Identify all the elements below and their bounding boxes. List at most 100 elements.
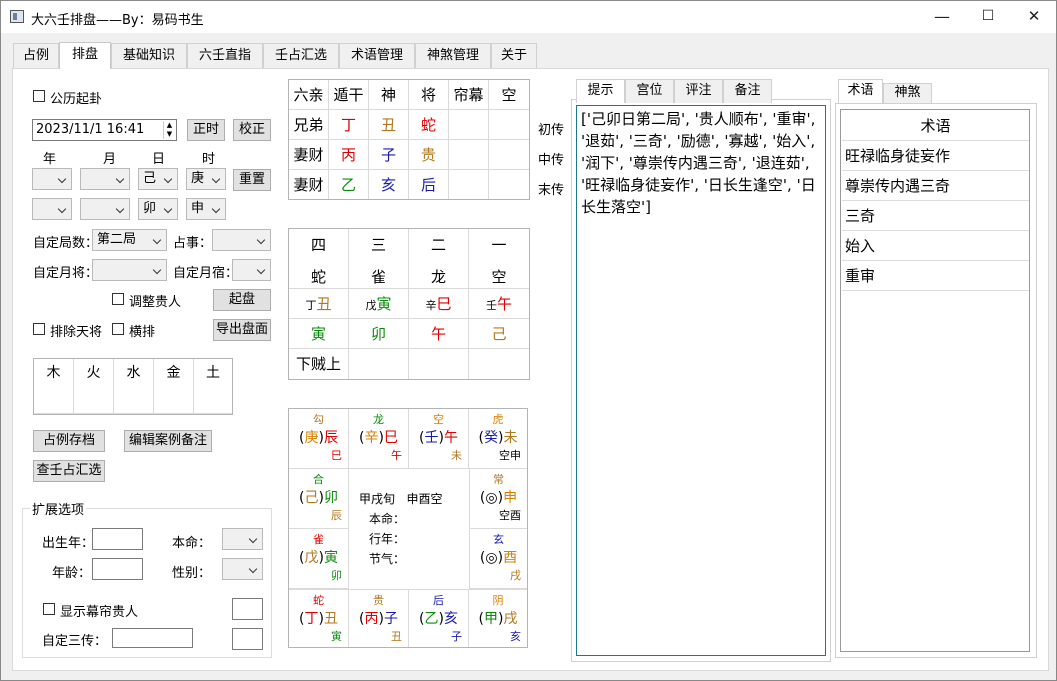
tiaozheng-label: 调整贵人 — [129, 295, 182, 310]
tab-about[interactable]: 关于 — [491, 43, 537, 68]
save-case-button[interactable]: 占例存档 — [33, 430, 105, 452]
row2-jiang: 贵 — [409, 140, 449, 170]
month-gan-combo[interactable] — [80, 168, 130, 190]
tab-paipan[interactable]: 排盘 — [59, 42, 111, 69]
gong-zi-jiang: 后 — [433, 594, 444, 607]
datetime-input[interactable]: 2023/11/1 16:41 ▲ ▼ — [32, 119, 177, 141]
tab-shuyu[interactable]: 术语管理 — [339, 43, 415, 68]
tab-zhizhi[interactable]: 六壬直指 — [187, 43, 263, 68]
tab-gongwei[interactable]: 宫位 — [625, 79, 674, 103]
sanchuan-input[interactable] — [112, 628, 193, 648]
gong-chen-base: 辰 — [331, 509, 342, 522]
curtain-input[interactable] — [232, 598, 263, 620]
hour-gan-combo[interactable]: 庚 — [186, 168, 226, 190]
tips-content[interactable]: ['己卯日第二局', '贵人顺布', '重审', '退茹', '三奇', '励德… — [576, 105, 826, 656]
yuejiang-combo[interactable] — [92, 259, 167, 281]
term-item-3[interactable]: 三奇 — [842, 201, 1029, 231]
row3-jiang: 后 — [409, 170, 449, 199]
app-icon — [10, 10, 24, 23]
app-window: 大六壬排盘——By：易码书生 — ☐ ✕ 占例 排盘 基础知识 六壬直指 壬占汇… — [0, 0, 1057, 681]
qipan-button[interactable]: 起盘 — [213, 289, 271, 311]
tiaozheng-checkbox[interactable] — [112, 293, 124, 305]
sike-upper-1-zhi: 午 — [496, 295, 512, 313]
birth-input[interactable] — [92, 528, 143, 550]
sike-lower-2: 午 — [409, 319, 469, 349]
tab-shensha-sub[interactable]: 神煞 — [883, 83, 932, 103]
gender-label: 性别： — [172, 566, 212, 581]
header-jiang: 将 — [409, 80, 449, 110]
reset-button[interactable]: 重置 — [233, 169, 271, 191]
yuesu-combo[interactable] — [232, 259, 271, 281]
gong-xu-zhi: 酉 — [503, 550, 518, 566]
center-xun: 甲戌旬 — [359, 492, 396, 506]
maximize-button[interactable]: ☐ — [965, 1, 1011, 33]
tab-beizhu[interactable]: 备注 — [723, 79, 772, 103]
row3-lianmu — [449, 170, 489, 199]
benming-combo[interactable] — [222, 528, 263, 550]
export-button[interactable]: 导出盘面 — [213, 319, 271, 341]
gong-xu-jiang: 玄 — [493, 533, 504, 546]
query-button[interactable]: 查壬占汇选 — [33, 460, 105, 482]
jiaozheng-button[interactable]: 校正 — [233, 119, 271, 141]
paichu-checkbox[interactable] — [33, 323, 45, 335]
gong-hai-base: 亥 — [510, 630, 521, 643]
wuxing-jin: 金 — [154, 359, 194, 414]
term-item-5[interactable]: 重审 — [842, 261, 1029, 291]
tab-pingzhu[interactable]: 评注 — [674, 79, 723, 103]
year-gan-combo[interactable] — [32, 168, 72, 190]
gong-you-jiang: 常 — [493, 473, 504, 486]
label-ri: 日 — [152, 152, 166, 167]
row1-lianmu — [449, 110, 489, 140]
gong-xu-base: 戌 — [510, 569, 521, 582]
gong-yin-jiang: 蛇 — [313, 594, 324, 607]
gong-zi-zhi: 亥 — [443, 611, 458, 627]
gong-xu: 玄 (◎)酉 戌 — [469, 529, 527, 589]
tab-term[interactable]: 术语 — [838, 79, 883, 103]
tab-huixuan[interactable]: 壬占汇选 — [263, 43, 339, 68]
tab-shensha[interactable]: 神煞管理 — [415, 43, 491, 68]
gong-wei: 空 (壬)午 未 — [409, 409, 469, 469]
gong-shen: 虎 (癸)未 空申 — [469, 409, 527, 469]
sike-table: 四 三 二 一 蛇 雀 龙 空 丁丑 戊寅 辛巳 壬午 寅 卯 午 己 下贼上 — [288, 228, 530, 380]
sanchuan-extra-input[interactable] — [232, 628, 263, 650]
tab-jichu[interactable]: 基础知识 — [111, 43, 187, 68]
year-zhi-combo[interactable] — [32, 198, 72, 220]
tianpan-grid: 勾 (庚)辰 巳 龙 (辛)巳 午 空 (壬)午 未 虎 (癸)未 空申 合 (… — [288, 408, 528, 648]
row3-kong — [489, 170, 529, 199]
gender-combo[interactable] — [222, 558, 263, 580]
hengpai-checkbox[interactable] — [112, 323, 124, 335]
show-curtain-checkbox[interactable] — [43, 603, 55, 615]
sike-upper-2-zhi: 巳 — [436, 295, 452, 313]
close-button[interactable]: ✕ — [1011, 1, 1057, 33]
center-kong: 申酉空 — [406, 492, 443, 506]
zhanshi-combo[interactable] — [212, 229, 271, 251]
wuxing-box: 木 火 水 金 土 — [33, 358, 233, 415]
tab-zhanli[interactable]: 占例 — [13, 43, 59, 68]
gong-hai: 阴 (甲)戌 亥 — [469, 589, 527, 647]
term-item-1[interactable]: 旺禄临身徒妄作 — [842, 141, 1029, 171]
age-input[interactable] — [92, 558, 143, 580]
title-bar: 大六壬排盘——By：易码书生 — ☐ ✕ — [1, 1, 1056, 33]
spin-icon[interactable]: ▲ ▼ — [163, 121, 175, 139]
zhengshi-button[interactable]: 正时 — [187, 119, 225, 141]
tab-tishi[interactable]: 提示 — [576, 79, 625, 103]
gong-yin-gan: 丁 — [304, 611, 319, 627]
jushu-combo[interactable]: 第二局 — [92, 229, 167, 251]
term-item-4[interactable]: 始入 — [842, 231, 1029, 261]
day-zhi-combo[interactable]: 卯 — [138, 198, 178, 220]
row2-shen: 子 — [369, 140, 409, 170]
gong-si-zhi: 辰 — [323, 430, 338, 446]
sike-upper-2-gan: 辛 — [425, 299, 437, 312]
hour-zhi-combo[interactable]: 申 — [186, 198, 226, 220]
gong-si: 勾 (庚)辰 巳 — [289, 409, 349, 469]
gong-yin-base: 寅 — [331, 630, 342, 643]
minimize-button[interactable]: — — [919, 1, 965, 33]
gongli-checkbox[interactable] — [33, 90, 45, 102]
term-item-2[interactable]: 尊崇传内遇三奇 — [842, 171, 1029, 201]
sike-jiang-4: 蛇 — [289, 259, 349, 289]
month-zhi-combo[interactable] — [80, 198, 130, 220]
row3-shen: 亥 — [369, 170, 409, 199]
edit-note-button[interactable]: 编辑案例备注 — [124, 430, 212, 452]
gongli-label: 公历起卦 — [50, 92, 103, 107]
day-gan-combo[interactable]: 己 — [138, 168, 178, 190]
